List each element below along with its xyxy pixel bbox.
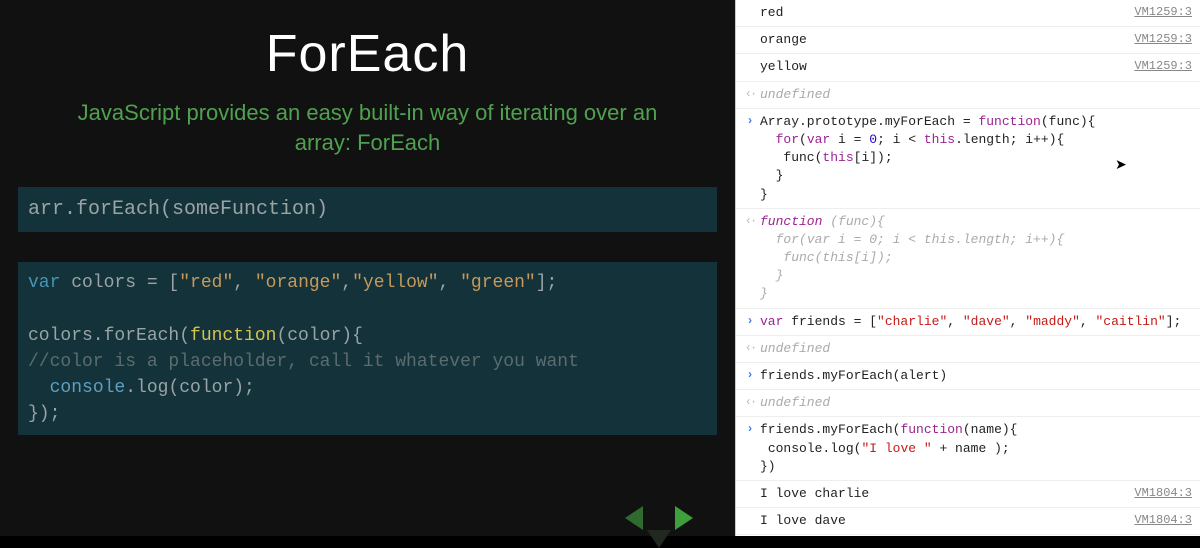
console-content: Array.prototype.myForEach = function(fun… xyxy=(760,113,1192,204)
next-slide-icon[interactable] xyxy=(675,506,693,530)
return-icon xyxy=(740,86,760,103)
console-content: friends.myForEach(function(name){ consol… xyxy=(760,421,1192,476)
console-content: undefined xyxy=(760,394,1192,412)
console-content: red xyxy=(760,4,1126,22)
slide-subtitle: JavaScript provides an easy built-in way… xyxy=(48,98,688,157)
devtools-console[interactable]: red VM1259:3 orange VM1259:3 yellow VM1259:3 u… xyxy=(735,0,1200,536)
console-row: function (func){ for(var i = 0; i < this… xyxy=(736,209,1200,309)
console-row: var friends = ["charlie", "dave", "maddy… xyxy=(736,309,1200,336)
console-row: undefined xyxy=(736,336,1200,363)
console-content: undefined xyxy=(760,86,1192,104)
slide-nav xyxy=(625,506,693,530)
code-snippet-1: arr.forEach(someFunction) xyxy=(18,187,717,232)
slide-panel: ForEach JavaScript provides an easy buil… xyxy=(0,0,735,536)
console-row: red VM1259:3 xyxy=(736,0,1200,27)
prompt-icon xyxy=(740,367,760,384)
console-content: var friends = ["charlie", "dave", "maddy… xyxy=(760,313,1192,331)
console-row: friends.myForEach(function(name){ consol… xyxy=(736,417,1200,481)
prev-slide-icon[interactable] xyxy=(625,506,643,530)
console-content: I love dave xyxy=(760,512,1126,530)
slide-title: ForEach xyxy=(18,24,717,84)
console-row: yellow VM1259:3 xyxy=(736,54,1200,81)
source-link[interactable]: VM1259:3 xyxy=(1134,58,1192,75)
return-icon xyxy=(740,394,760,411)
console-row: undefined xyxy=(736,82,1200,109)
source-link[interactable]: VM1804:3 xyxy=(1134,512,1192,529)
console-content: orange xyxy=(760,31,1126,49)
console-row: undefined xyxy=(736,390,1200,417)
prompt-icon xyxy=(740,313,760,330)
console-row: friends.myForEach(alert) xyxy=(736,363,1200,390)
return-icon xyxy=(740,213,760,230)
return-icon xyxy=(740,340,760,357)
prompt-icon xyxy=(740,421,760,438)
source-link[interactable]: VM1259:3 xyxy=(1134,4,1192,21)
console-content: function (func){ for(var i = 0; i < this… xyxy=(760,213,1192,304)
console-content: undefined xyxy=(760,340,1192,358)
console-row: I love dave VM1804:3 xyxy=(736,508,1200,535)
source-link[interactable]: VM1259:3 xyxy=(1134,31,1192,48)
console-content: yellow xyxy=(760,58,1126,76)
source-link[interactable]: VM1804:3 xyxy=(1134,485,1192,502)
console-row: I love charlie VM1804:3 xyxy=(736,481,1200,508)
console-content: I love charlie xyxy=(760,485,1126,503)
prompt-icon xyxy=(740,113,760,130)
down-slide-icon[interactable] xyxy=(647,530,671,548)
console-row: orange VM1259:3 xyxy=(736,27,1200,54)
console-row: Array.prototype.myForEach = function(fun… xyxy=(736,109,1200,209)
code-snippet-2: var colors = ["red", "orange","yellow", … xyxy=(18,262,717,435)
console-content: friends.myForEach(alert) xyxy=(760,367,1192,385)
